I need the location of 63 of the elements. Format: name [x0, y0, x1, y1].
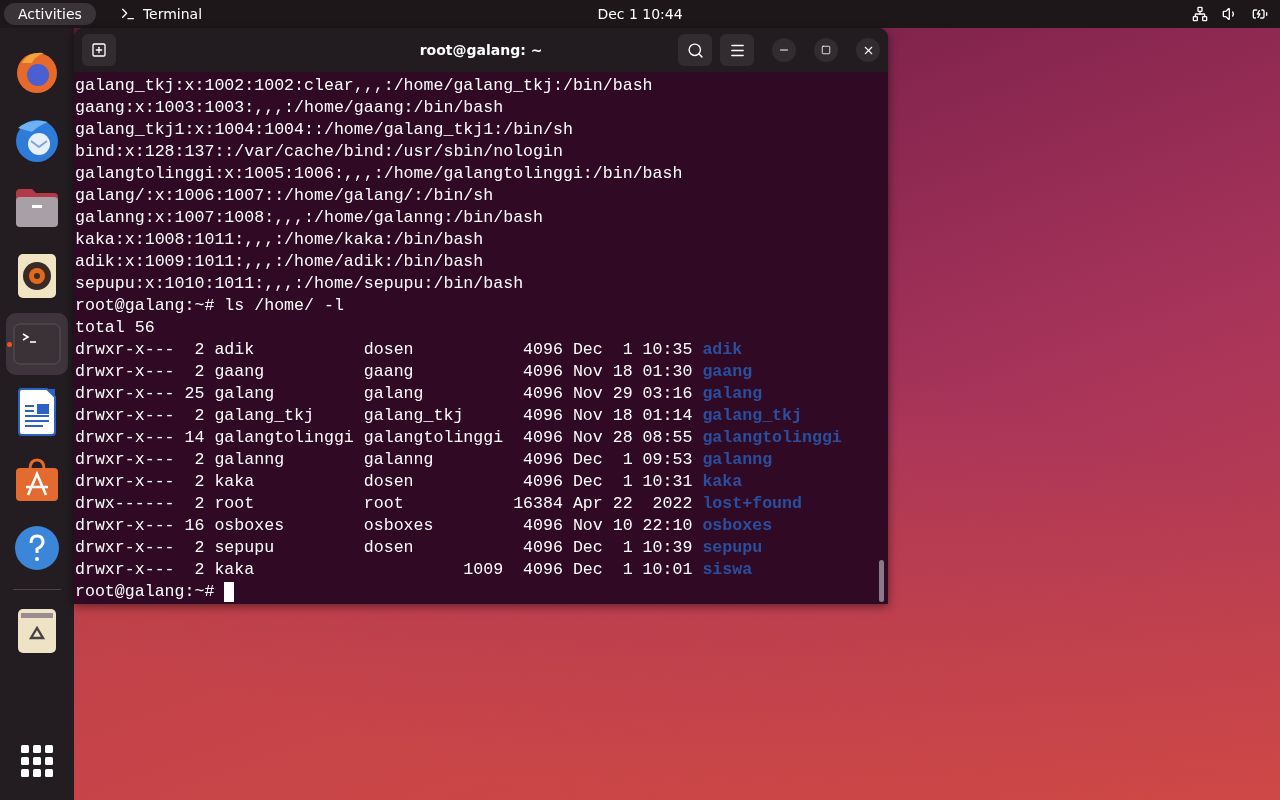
directory-name: galang	[702, 383, 763, 405]
directory-name: kaka	[702, 471, 743, 493]
listing-line: drwxr-x--- 2 galanng galanng 4096 Dec 1 09:53	[75, 449, 693, 471]
listing-line: drwx------ 2 root root 16384 Apr 22 2022	[75, 493, 693, 515]
output-line: adik:x:1009:1011:,,,:/home/adik:/bin/bash	[75, 251, 484, 273]
menu-button[interactable]	[720, 34, 754, 66]
running-indicator	[7, 342, 12, 347]
command-line: root@galang:~# ls /home/ -l	[75, 295, 344, 317]
listing-line: drwxr-x--- 2 kaka dosen 4096 Dec 1 10:31	[75, 471, 693, 493]
speaker-icon	[17, 253, 57, 299]
output-line: galang/:x:1006:1007::/home/galang/:/bin/sh	[75, 185, 494, 207]
network-icon	[1192, 6, 1208, 22]
maximize-button[interactable]	[814, 38, 838, 62]
output-line: galang_tkj:x:1002:1002:clear,,,:/home/galang_tkj:/bin/bash	[75, 75, 653, 97]
document-icon	[17, 388, 57, 436]
app-grid-button[interactable]	[21, 745, 53, 780]
search-icon	[686, 41, 704, 59]
terminal-icon	[13, 323, 61, 365]
directory-name: sepupu	[702, 537, 763, 559]
terminal-icon	[119, 6, 136, 22]
window-title: root@galang: ~	[419, 42, 543, 58]
maximize-icon	[821, 45, 831, 55]
output-line: total 56	[75, 317, 155, 339]
directory-name: galang_tkj	[702, 405, 802, 427]
output-line: gaang:x:1003:1003:,,,:/home/gaang:/bin/bash	[75, 97, 504, 119]
listing-line: drwxr-x--- 2 adik dosen 4096 Dec 1 10:35	[75, 339, 693, 361]
listing-line: drwxr-x--- 14 galangtolinggi galangtolinggi 4096 Nov 28 08:55	[75, 427, 693, 449]
folder-icon	[14, 187, 60, 229]
help-icon	[14, 525, 60, 571]
directory-name: lost+found	[702, 493, 802, 515]
listing-line: drwxr-x--- 2 sepupu dosen 4096 Dec 1 10:39	[75, 537, 693, 559]
output-line: galang_tkj1:x:1004:1004::/home/galang_tkj1:/bin/sh	[75, 119, 573, 141]
listing-line: drwxr-x--- 2 galang_tkj galang_tkj 4096 Nov 18 01:14	[75, 405, 693, 427]
clock[interactable]: Dec 1 10:44	[591, 5, 689, 23]
scrollbar[interactable]	[879, 560, 884, 602]
grid-icon	[21, 745, 53, 777]
directory-name: siswa	[702, 559, 753, 581]
shell-prompt: root@galang:~#	[75, 581, 215, 603]
new-tab-icon	[91, 42, 107, 58]
output-line: galanng:x:1007:1008:,,,:/home/galanng:/bin/bash	[75, 207, 544, 229]
minimize-button[interactable]	[772, 38, 796, 62]
output-line: bind:x:128:137::/var/cache/bind:/usr/sbin/nologin	[75, 141, 563, 163]
directory-name: galanng	[702, 449, 773, 471]
shopping-bag-icon	[14, 457, 60, 503]
listing-line: drwxr-x--- 2 kaka 1009 4096 Dec 1 10:01	[75, 559, 693, 581]
directory-name: adik	[702, 339, 743, 361]
trash-icon	[17, 608, 57, 654]
output-line: kaka:x:1008:1011:,,,:/home/kaka:/bin/bash	[75, 229, 484, 251]
search-button[interactable]	[678, 34, 712, 66]
listing-line: drwxr-x--- 16 osboxes osboxes 4096 Nov 10 22:10	[75, 515, 693, 537]
listing-line: drwxr-x--- 2 gaang gaang 4096 Nov 18 01:30	[75, 361, 693, 383]
output-line: galangtolinggi:x:1005:1006:,,,:/home/galangtolinggi:/bin/bash	[75, 163, 683, 185]
new-tab-button[interactable]	[82, 34, 116, 66]
directory-name: gaang	[702, 361, 753, 383]
battery-icon	[1252, 6, 1268, 22]
activities-button[interactable]: Activities	[4, 3, 96, 25]
output-line: sepupu:x:1010:1011:,,,:/home/sepupu:/bin/bash	[75, 273, 524, 295]
app-menu[interactable]: Terminal	[113, 5, 209, 23]
listing-line: drwxr-x--- 25 galang galang 4096 Nov 29 03:16	[75, 383, 693, 405]
directory-name: osboxes	[702, 515, 773, 537]
close-button[interactable]	[856, 38, 880, 62]
text-cursor	[224, 582, 235, 602]
directory-name: galangtolinggi	[702, 427, 842, 449]
